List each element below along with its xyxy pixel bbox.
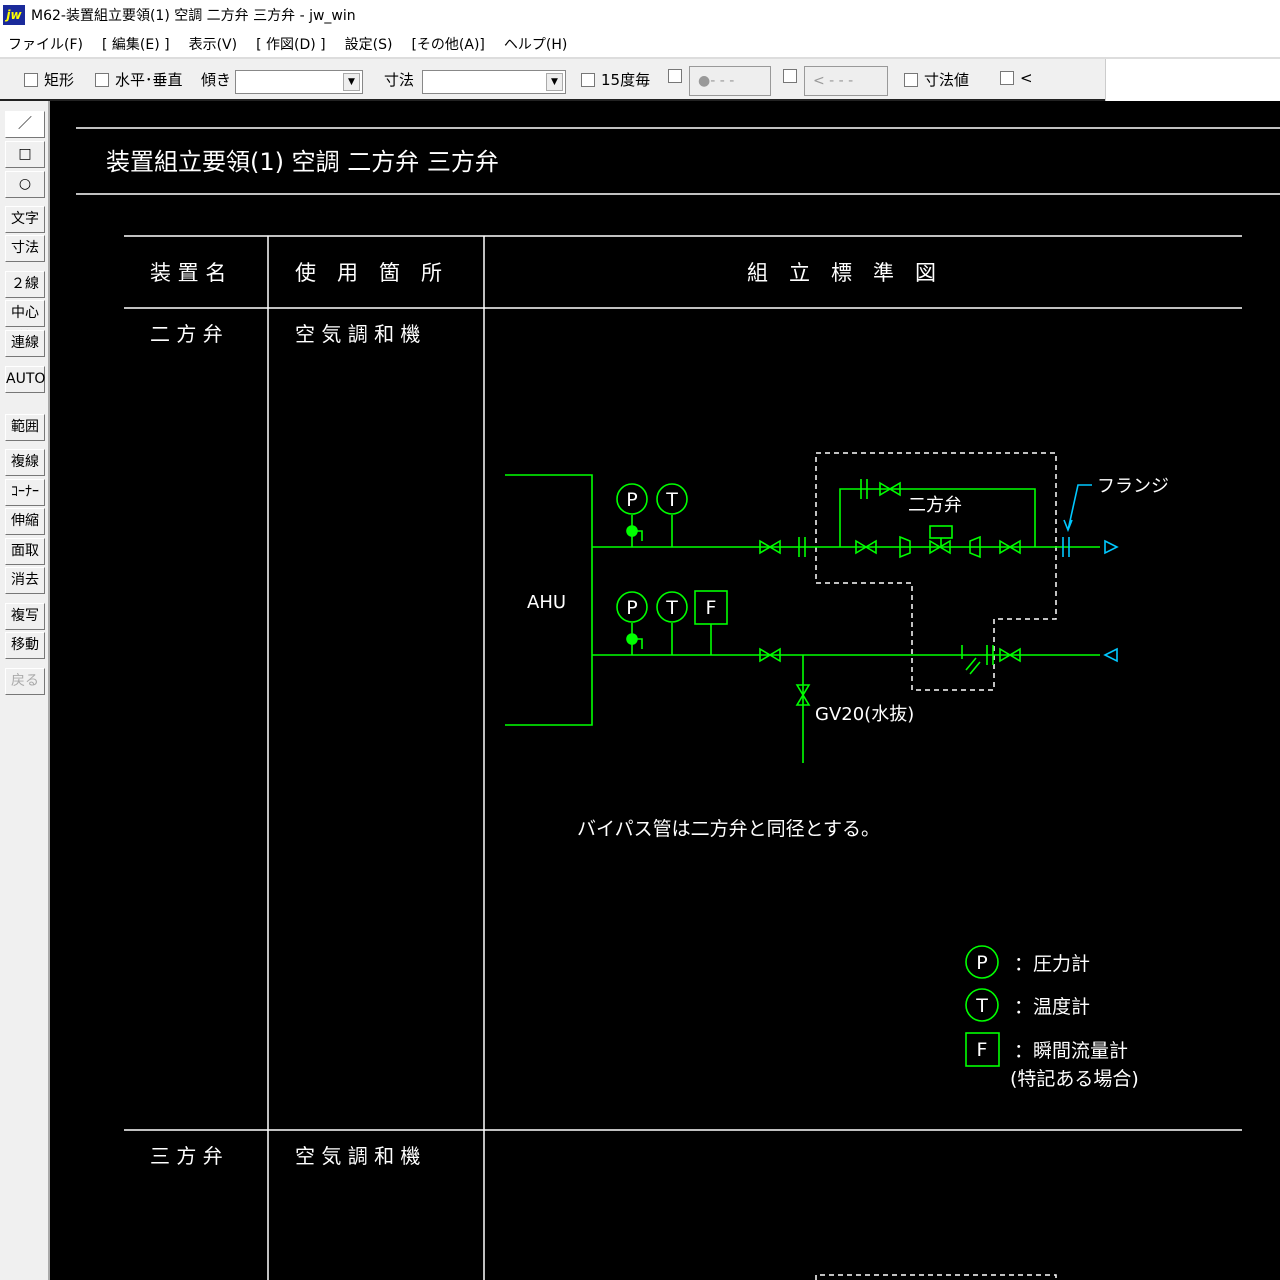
tool-auto[interactable]: AUTO [5,366,45,393]
legend-text-f: ：瞬間流量計 [1014,1040,1128,1062]
tool-dimension[interactable]: 寸法 [5,235,45,262]
p-symbol: P [626,597,637,619]
legend-text-t: ：温度計 [1014,996,1090,1018]
tool-move[interactable]: 移動 [5,632,45,659]
title-bar: jw M62-装置組立要領(1) 空調 二方弁 三方弁 - jw_win [0,0,1280,30]
left-toolbar: ／ □ ○ 文字 寸法 ２線 中心線 連線 AUTO 範囲 複線 ｺｰﾅｰ 伸縮… [0,101,50,1280]
dim-select[interactable]: ▼ [422,70,566,94]
toolbar-blank [1105,59,1280,101]
tool-corner[interactable]: ｺｰﾅｰ [5,479,45,506]
dropdown-arrow-icon[interactable]: ▼ [343,73,360,91]
gate-valve-icons [759,481,1021,706]
legend-note: (特記ある場合) [1010,1068,1139,1090]
tool-center-line[interactable]: 中心線 [5,300,45,346]
tool-undo[interactable]: 戻る [5,668,45,695]
header-location: 使 用 箇 所 [295,261,442,285]
ahu-label: AHU [527,592,566,613]
menu-file[interactable]: ファイル(F) [8,34,83,54]
checkbox[interactable] [904,72,918,87]
drain-label: GV20(水抜) [815,704,914,725]
tilt-select[interactable]: ▼ [235,70,363,94]
menu-settings[interactable]: 設定(S) [345,34,393,54]
menu-view[interactable]: 表示(V) [189,34,238,54]
rect-label: 矩形 [44,71,75,89]
gauge-cock-icon [626,525,638,537]
tool-offset[interactable]: 複線 [5,449,45,476]
checkbox[interactable] [581,72,595,87]
drawing-title: 装置組立要領(1) 空調 二方弁 三方弁 [106,148,499,176]
legend-t-symbol: T [975,995,988,1017]
tool-circle[interactable]: ○ [5,171,45,198]
row2-place: 空 気 調 和 機 [295,1144,420,1168]
checkbox[interactable] [24,72,38,87]
deg15-checkbox[interactable]: 15度毎 [581,69,650,90]
dropdown-arrow-icon[interactable]: ▼ [546,73,563,91]
dim-label: 寸法 [384,71,415,89]
row1-name: 二 方 弁 [150,322,223,346]
dimval-label: 寸法値 [924,71,970,89]
flange-label: フランジ [1097,476,1169,497]
inlet-arrow-icon [1103,647,1118,663]
toolbar: 矩形 水平･垂直 傾き ▼ 寸法 ▼ 15度毎 ●- - - < - - - 寸… [0,57,1280,101]
menu-edit[interactable]: [ 編集(E) ] [102,34,170,54]
point-checkbox[interactable] [668,69,682,83]
legend-p-symbol: P [976,952,987,974]
row2-name: 三 方 弁 [150,1144,223,1168]
f-symbol: F [706,597,717,619]
hv-label: 水平･垂直 [115,71,183,89]
lt-checkbox[interactable]: < [1000,69,1033,87]
checkbox[interactable] [1000,71,1014,85]
dimval-checkbox[interactable]: 寸法値 [904,69,969,90]
window-title: M62-装置組立要領(1) 空調 二方弁 三方弁 - jw_win [31,8,356,24]
menu-other[interactable]: [その他(A)] [411,34,484,54]
tool-copy[interactable]: 複写 [5,603,45,630]
arrow-style-button[interactable]: < - - - [804,66,888,96]
frame-lines [76,127,1280,1280]
t-symbol: T [665,597,678,619]
drawing-canvas[interactable]: 装置組立要領(1) 空調 二方弁 三方弁 装 置 名 使 用 箇 所 組 立 標… [52,101,1280,1280]
point-style-button[interactable]: ●- - - [689,66,771,96]
menu-help[interactable]: ヘルプ(H) [504,34,567,54]
tool-text[interactable]: 文字 [5,206,45,233]
tool-double-line[interactable]: ２線 [5,271,45,298]
tool-rectangle[interactable]: □ [5,141,45,168]
flange-leader [1062,484,1119,663]
tool-range[interactable]: 範囲 [5,414,45,441]
strainer-icon [961,645,994,675]
tool-erase[interactable]: 消去 [5,567,45,594]
row1-place: 空 気 調 和 機 [295,322,420,346]
deg15-label: 15度毎 [601,71,651,89]
tilt-label: 傾き [201,71,232,89]
t-symbol: T [665,489,678,511]
p-symbol: P [626,489,637,511]
tool-chamfer[interactable]: 面取 [5,538,45,565]
note-text: バイパス管は二方弁と同径とする。 [577,818,880,840]
gauge-cock-icon [626,633,638,645]
checkbox[interactable] [95,72,109,87]
menu-bar: ファイル(F) [ 編集(E) ] 表示(V) [ 作図(D) ] 設定(S) … [0,30,1280,57]
tool-extend[interactable]: 伸縮 [5,508,45,535]
arrow-checkbox[interactable] [783,69,797,83]
tool-line[interactable]: ／ [5,111,45,138]
actuator-icon [929,525,953,539]
menu-draw[interactable]: [ 作図(D) ] [256,34,326,54]
hv-checkbox[interactable]: 水平･垂直 [95,69,183,90]
piping [505,474,1100,1067]
legend-text-p: ：圧力計 [1014,953,1090,975]
valve-label: 二方弁 [908,495,962,516]
tool-continuous-line[interactable]: 連線 [5,330,45,357]
legend-f-symbol: F [977,1039,988,1061]
rect-checkbox[interactable]: 矩形 [24,69,74,90]
lt-label: < [1020,69,1033,87]
outlet-arrow-icon [1104,539,1119,555]
app-logo: jw [3,5,25,25]
header-device: 装 置 名 [150,261,226,285]
header-diagram: 組 立 標 準 図 [747,261,936,285]
